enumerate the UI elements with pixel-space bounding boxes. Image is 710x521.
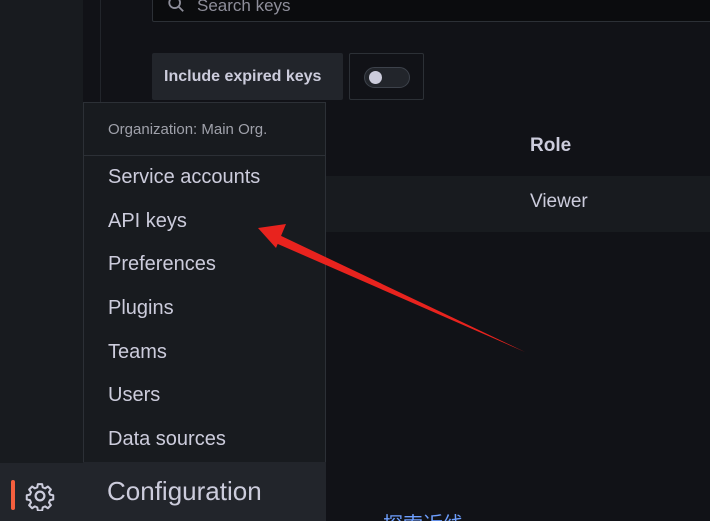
- submenu-section-title[interactable]: Configuration: [83, 462, 326, 521]
- search-input[interactable]: [195, 0, 599, 20]
- toggle-knob: [369, 71, 382, 84]
- menu-item-plugins[interactable]: Plugins: [84, 287, 325, 331]
- table-cell-role: Viewer: [530, 191, 588, 212]
- table-row: [326, 176, 710, 232]
- page: Include expired keys Role Viewer Organiz…: [0, 0, 710, 521]
- submenu-header: Organization: Main Org.: [84, 103, 325, 156]
- bottom-link[interactable]: 探索近线: [383, 508, 463, 521]
- column-header-role[interactable]: Role: [530, 135, 571, 157]
- gear-icon[interactable]: [25, 481, 55, 511]
- include-expired-label: Include expired keys: [152, 53, 343, 100]
- include-expired-toggle[interactable]: [349, 53, 424, 100]
- active-indicator: [11, 480, 15, 510]
- toggle-track[interactable]: [364, 67, 410, 88]
- menu-item-api-keys[interactable]: API keys: [84, 200, 325, 244]
- menu-item-preferences[interactable]: Preferences: [84, 243, 325, 287]
- menu-item-users[interactable]: Users: [84, 374, 325, 418]
- menu-item-service-accounts[interactable]: Service accounts: [84, 156, 325, 200]
- menu-item-data-sources[interactable]: Data sources: [84, 418, 325, 462]
- search-box[interactable]: [152, 0, 710, 22]
- search-icon: [168, 0, 184, 12]
- menu-item-teams[interactable]: Teams: [84, 330, 325, 374]
- nav-rail: [0, 0, 83, 521]
- configuration-submenu: Organization: Main Org. Service accounts…: [83, 102, 326, 462]
